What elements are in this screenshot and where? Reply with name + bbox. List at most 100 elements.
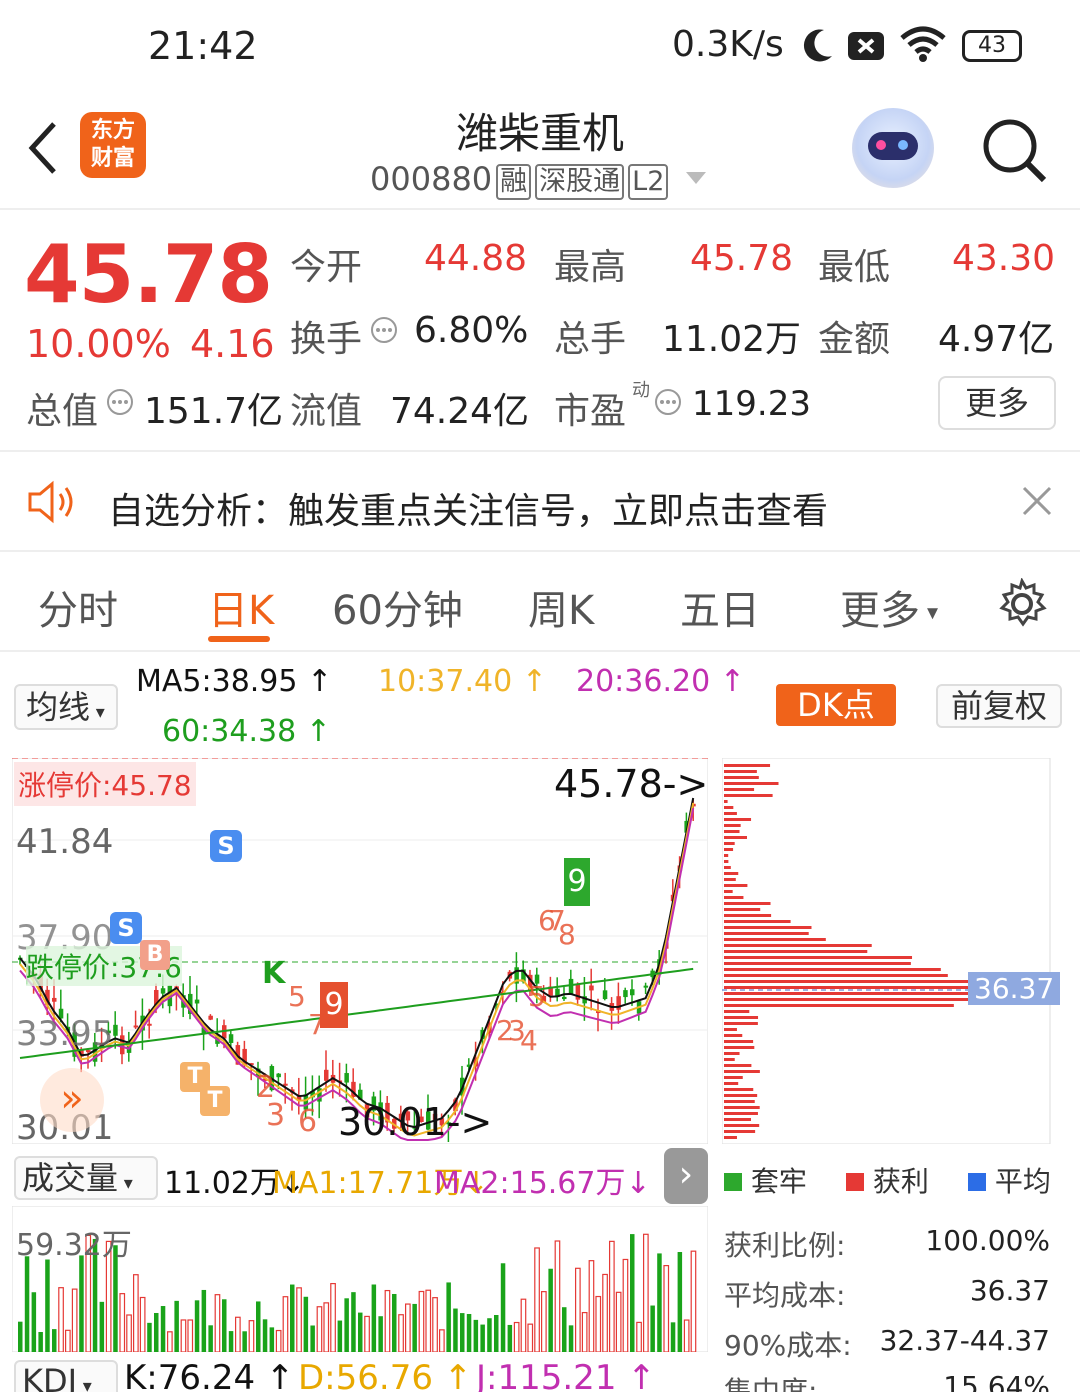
chip-bar	[724, 914, 772, 917]
gear-icon[interactable]	[996, 578, 1048, 630]
chip-bar	[724, 1112, 758, 1115]
notification-icon	[848, 32, 884, 60]
profit-ratio-value: 100.00%	[925, 1224, 1050, 1257]
kdj-d-text: D:56.76	[298, 1358, 433, 1392]
open-label: 今开	[290, 247, 363, 288]
volume-bar	[38, 1331, 43, 1352]
candle-body	[194, 999, 200, 1004]
close-icon[interactable]	[1020, 484, 1054, 518]
legend-profit: 获利	[846, 1160, 929, 1200]
stock-name[interactable]: 潍柴重机	[0, 100, 1080, 161]
tag-l2: L2	[628, 164, 669, 200]
volume-bar	[256, 1301, 261, 1352]
tab-60min[interactable]: 60分钟	[332, 578, 463, 636]
ma20-value: 20:36.20 ↑	[576, 664, 745, 699]
chip-bar	[724, 1070, 760, 1073]
notice-bar[interactable]: 自选分析：触发重点关注信号，立即点击查看	[0, 452, 1080, 550]
signal-t-badge[interactable]: T	[200, 1086, 230, 1116]
tab-five-day[interactable]: 五日	[680, 578, 760, 636]
moon-icon	[803, 29, 832, 62]
chip-bar	[724, 848, 734, 851]
avg-cost-tag: 36.37	[968, 972, 1061, 1005]
volume-bar	[52, 1329, 57, 1352]
volume-selector[interactable]: 成交量 ▾	[14, 1156, 158, 1200]
turnover-label: 换手	[290, 319, 363, 360]
kdj-selector-label: KDJ	[22, 1362, 78, 1392]
td-count: 5	[528, 980, 546, 1013]
info-icon[interactable]	[370, 316, 398, 344]
candle-body	[228, 1034, 234, 1043]
chip-bar	[724, 944, 872, 947]
chip-bar	[724, 1100, 755, 1103]
info-icon[interactable]	[106, 388, 134, 416]
td-count: 5	[288, 980, 306, 1013]
kdj-selector[interactable]: KDJ ▾	[14, 1360, 118, 1392]
volume-value: 11.02万	[662, 319, 802, 360]
kdj-d: D:56.76 ↑	[298, 1358, 472, 1392]
chip-bar	[724, 884, 748, 887]
legend-average-text: 平均	[994, 1165, 1051, 1198]
chip-bar	[724, 1076, 743, 1079]
volume-bar	[269, 1327, 275, 1352]
chip-bar	[724, 830, 740, 833]
volume-bar	[473, 1319, 479, 1352]
status-bar: 21:42 0.3K/s 43	[0, 0, 1080, 92]
more-button[interactable]: 更多	[938, 376, 1056, 430]
legend-average: 平均	[968, 1160, 1051, 1200]
chip-bar	[724, 854, 729, 857]
dropdown-icon[interactable]	[684, 170, 708, 186]
chip-bar	[724, 782, 779, 785]
volume-bar	[392, 1293, 397, 1352]
chip-bar	[724, 794, 773, 797]
adjust-button[interactable]: 前复权	[936, 684, 1062, 728]
active-tab-indicator	[208, 636, 270, 642]
dk-button[interactable]: DK点	[776, 684, 896, 726]
chip-bar	[724, 1046, 755, 1049]
change-pct: 10.00%	[26, 322, 171, 366]
volume-bar	[99, 1301, 105, 1352]
chip-bar	[724, 1034, 743, 1037]
tab-daily-k[interactable]: 日K	[208, 578, 274, 636]
chip-bar	[724, 818, 752, 821]
chip-bar	[724, 1118, 751, 1121]
expand-panel-button[interactable]: ›	[664, 1148, 708, 1204]
tag-sz-connect: 深股通	[535, 164, 625, 200]
td-count: 8	[558, 918, 576, 951]
chip-bar	[724, 962, 911, 965]
signal-s-badge[interactable]: S	[110, 912, 142, 944]
signal-b-badge[interactable]: B	[140, 940, 170, 970]
chip-bar	[724, 1010, 750, 1013]
candle-body	[208, 1015, 213, 1020]
chip-bar	[724, 842, 735, 845]
change-value: 4.16	[190, 322, 275, 366]
ma-selector[interactable]: 均线 ▾	[14, 684, 118, 730]
chip-bar	[724, 878, 736, 881]
td-count: 4	[520, 1024, 538, 1057]
battery-icon: 43	[962, 30, 1022, 62]
pe-label: 市盈	[554, 391, 627, 432]
volume-bar	[18, 1321, 23, 1352]
volume-bar	[160, 1306, 166, 1352]
chip-bar	[724, 860, 729, 863]
tab-more[interactable]: 更多 ▾	[840, 578, 938, 636]
info-icon[interactable]	[654, 388, 682, 416]
signal-k-label: K	[262, 956, 286, 991]
tag-margin: 融	[496, 164, 532, 200]
chip-bar	[724, 1094, 758, 1097]
cost90-value: 32.37-44.37	[879, 1324, 1050, 1357]
pe-sup: 动	[632, 380, 650, 401]
volume-bar	[228, 1331, 234, 1352]
candle-body	[589, 985, 594, 991]
tab-intraday[interactable]: 分时	[38, 578, 118, 636]
ma20-text: 20:36.20	[576, 664, 711, 699]
volume-bar	[31, 1292, 37, 1352]
network-speed: 0.3K/s	[672, 24, 784, 65]
tab-weekly-k[interactable]: 周K	[528, 578, 594, 636]
double-chevron-icon[interactable]: »	[40, 1068, 104, 1132]
kdj-k: K:76.24 ↑	[124, 1358, 294, 1392]
volume-ma2-text: MA2:15.67万	[434, 1166, 626, 1201]
chip-bar	[724, 986, 982, 989]
chip-bar	[724, 920, 791, 923]
chip-bar	[724, 1088, 754, 1091]
signal-s-badge[interactable]: S	[210, 830, 242, 862]
